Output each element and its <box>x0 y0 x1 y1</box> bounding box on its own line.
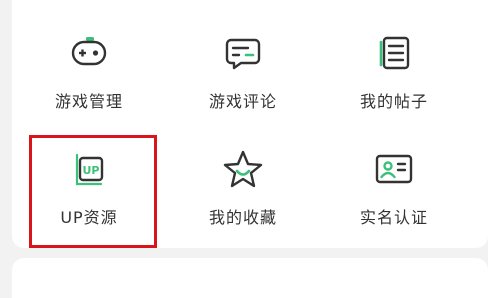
menu-item-label: 实名认证 <box>359 208 428 227</box>
second-card <box>12 258 488 298</box>
menu-item-label: 我的收藏 <box>208 208 277 227</box>
menu-item-label: 我的帖子 <box>359 92 428 111</box>
menu-item-game-comments[interactable]: 游戏评论 <box>178 32 308 142</box>
menu-item-my-posts[interactable]: 我的帖子 <box>329 32 459 142</box>
menu-item-label: 游戏管理 <box>54 92 123 111</box>
svg-text:UP: UP <box>83 164 100 177</box>
menu-item-my-favorites[interactable]: 我的收藏 <box>178 148 308 258</box>
menu-item-up-resources[interactable]: UP UP资源 <box>24 148 154 258</box>
id-card-icon <box>372 148 416 192</box>
comment-icon <box>221 32 265 76</box>
menu-item-label: 游戏评论 <box>208 92 277 111</box>
gamepad-icon <box>67 32 111 76</box>
up-resource-icon: UP <box>67 148 111 192</box>
menu-item-real-name-verification[interactable]: 实名认证 <box>329 148 459 258</box>
menu-item-label: UP资源 <box>60 208 118 227</box>
menu-item-game-management[interactable]: 游戏管理 <box>24 32 154 142</box>
document-list-icon <box>372 32 416 76</box>
star-smile-icon <box>221 148 265 192</box>
